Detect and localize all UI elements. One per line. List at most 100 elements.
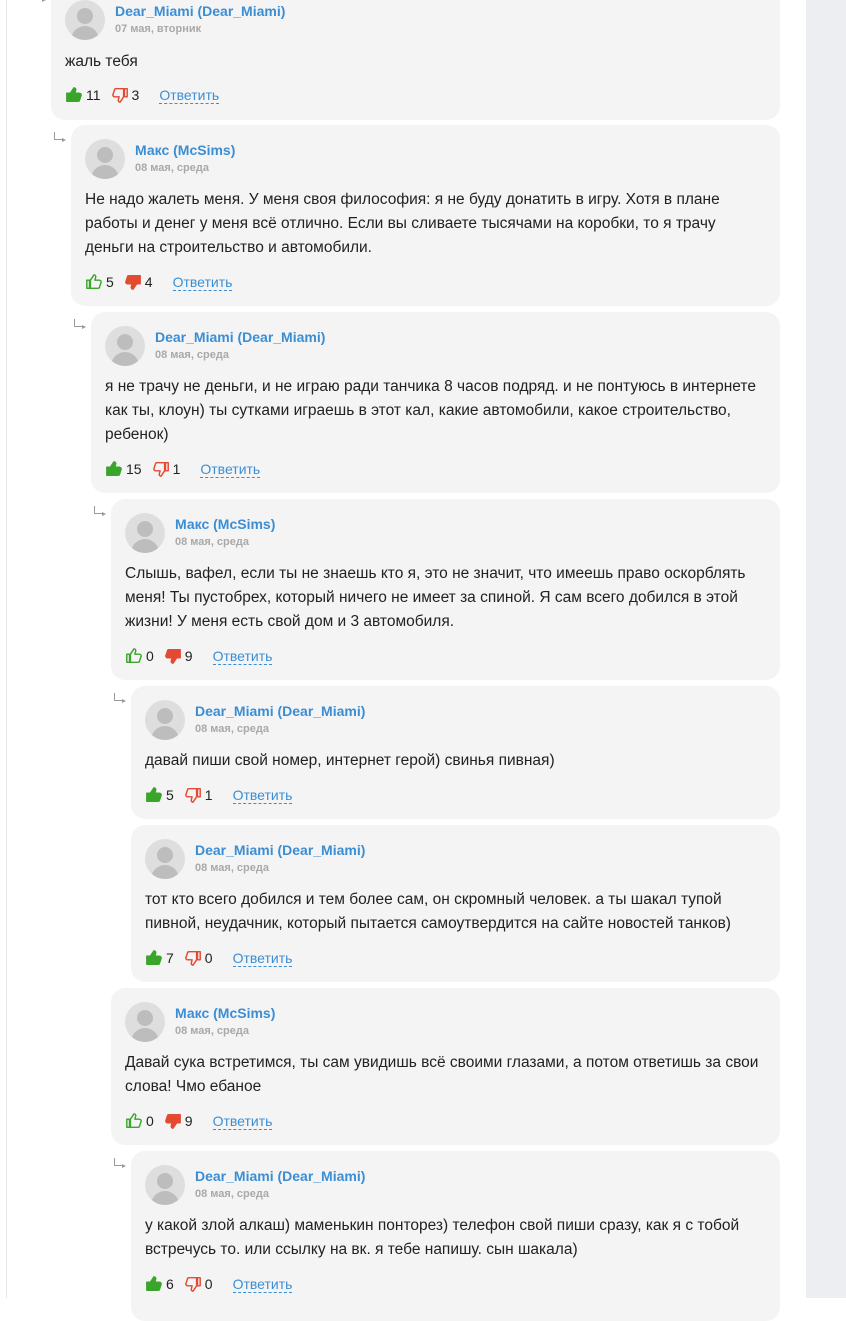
reply-button[interactable]: Ответить <box>200 461 261 478</box>
reply-button[interactable]: Ответить <box>159 87 220 104</box>
dislike-button[interactable]: 0 <box>184 949 213 967</box>
like-count: 7 <box>166 950 174 966</box>
like-count: 0 <box>146 1113 154 1129</box>
comment-actions: 6 0 Ответить <box>145 1273 293 1295</box>
comment-author[interactable]: Dear_Miami (Dear_Miami) <box>115 3 285 19</box>
dislike-button[interactable]: 9 <box>164 1112 193 1130</box>
comment-actions: 11 3 Ответить <box>65 84 220 106</box>
dislike-button[interactable]: 1 <box>184 786 213 804</box>
comment-actions: 15 1 Ответить <box>105 458 261 480</box>
reply-indent-arrow <box>54 132 66 142</box>
avatar[interactable] <box>125 1002 165 1042</box>
thumbs-up-icon <box>145 949 163 967</box>
comment-date: 08 мая, среда <box>195 723 269 735</box>
reply-indent-arrow <box>74 319 86 329</box>
comment-text: Не надо жалеть меня. У меня своя философ… <box>85 191 720 256</box>
thumbs-down-icon <box>164 647 182 665</box>
dislike-count: 3 <box>131 87 140 103</box>
dislike-count: 4 <box>144 274 153 290</box>
comment-author[interactable]: Макс (McSims) <box>175 1005 275 1021</box>
like-count: 6 <box>166 1276 174 1292</box>
reply-button[interactable]: Ответить <box>232 1276 293 1293</box>
avatar[interactable] <box>125 513 165 553</box>
comment-actions: 5 1 Ответить <box>145 784 293 806</box>
comment: Dear_Miami (Dear_Miami) 08 мая, среда да… <box>131 686 780 819</box>
comment-actions: 5 4 Ответить <box>85 271 233 293</box>
thumbs-up-icon <box>65 86 83 104</box>
comment-date: 07 мая, вторник <box>115 23 202 35</box>
thumbs-up-icon <box>145 1275 163 1293</box>
avatar[interactable] <box>145 1165 185 1205</box>
page-sidebar-background <box>806 0 846 1298</box>
comment-actions: 0 9 Ответить <box>125 645 273 667</box>
reply-button[interactable]: Ответить <box>212 1113 273 1130</box>
like-button[interactable]: 15 <box>105 460 142 478</box>
avatar[interactable] <box>145 839 185 879</box>
comment: Макс (McSims) 08 мая, среда Не надо жале… <box>71 125 780 306</box>
thumbs-up-icon <box>125 1112 143 1130</box>
comment-author[interactable]: Макс (McSims) <box>175 516 275 532</box>
reply-button[interactable]: Ответить <box>232 950 293 967</box>
thumbs-down-icon <box>184 949 202 967</box>
comment-author[interactable]: Макс (McSims) <box>135 142 235 158</box>
like-button[interactable]: 5 <box>85 273 114 291</box>
reply-button[interactable]: Ответить <box>232 787 293 804</box>
thumbs-up-icon <box>105 460 123 478</box>
dislike-count: 1 <box>204 787 213 803</box>
reply-indent-arrow <box>114 693 126 703</box>
like-button[interactable]: 7 <box>145 949 174 967</box>
comment: Dear_Miami (Dear_Miami) 08 мая, среда я … <box>91 312 780 493</box>
like-count: 5 <box>106 274 114 290</box>
comment-text: тот кто всего добился и тем более сам, о… <box>145 891 731 932</box>
comment: Макс (McSims) 08 мая, среда Давай сука в… <box>111 988 780 1145</box>
comment: Dear_Miami (Dear_Miami) 07 мая, вторник … <box>51 0 780 120</box>
comment: Макс (McSims) 08 мая, среда Слышь, вафел… <box>111 499 780 680</box>
dislike-button[interactable]: 4 <box>124 273 153 291</box>
dislike-count: 9 <box>184 648 193 664</box>
like-count: 0 <box>146 648 154 664</box>
dislike-count: 0 <box>204 950 213 966</box>
dislike-button[interactable]: 0 <box>184 1275 213 1293</box>
dislike-button[interactable]: 9 <box>164 647 193 665</box>
like-count: 5 <box>166 787 174 803</box>
comment-text: Слышь, вафел, если ты не знаешь кто я, э… <box>125 565 746 630</box>
like-button[interactable]: 0 <box>125 647 154 665</box>
thumbs-up-icon <box>145 786 163 804</box>
avatar[interactable] <box>85 139 125 179</box>
thumbs-down-icon <box>184 786 202 804</box>
avatar[interactable] <box>105 326 145 366</box>
reply-button[interactable]: Ответить <box>172 274 233 291</box>
dislike-count: 9 <box>184 1113 193 1129</box>
comment-author[interactable]: Dear_Miami (Dear_Miami) <box>195 1168 365 1184</box>
thumbs-down-icon <box>164 1112 182 1130</box>
comment: Dear_Miami (Dear_Miami) 08 мая, среда у … <box>131 1151 780 1321</box>
like-button[interactable]: 0 <box>125 1112 154 1130</box>
comment-date: 08 мая, среда <box>175 1025 249 1037</box>
thumbs-down-icon <box>152 460 170 478</box>
like-button[interactable]: 11 <box>65 86 101 104</box>
reply-button[interactable]: Ответить <box>212 648 273 665</box>
comment-actions: 7 0 Ответить <box>145 947 293 969</box>
dislike-button[interactable]: 3 <box>111 86 140 104</box>
dislike-count: 0 <box>204 1276 213 1292</box>
comment-text: я не трачу не деньги, и не играю ради та… <box>105 378 756 443</box>
dislike-button[interactable]: 1 <box>152 460 181 478</box>
comment-text: жаль тебя <box>65 53 138 70</box>
comment-text: Давай сука встретимся, ты сам увидишь вс… <box>125 1054 759 1095</box>
reply-indent-arrow <box>94 506 106 516</box>
like-button[interactable]: 6 <box>145 1275 174 1293</box>
thumbs-down-icon <box>124 273 142 291</box>
comment-author[interactable]: Dear_Miami (Dear_Miami) <box>195 703 365 719</box>
comment-text: у какой злой алкаш) маменькин понторез) … <box>145 1217 740 1258</box>
avatar[interactable] <box>145 700 185 740</box>
comment-author[interactable]: Dear_Miami (Dear_Miami) <box>155 329 325 345</box>
comment: Dear_Miami (Dear_Miami) 08 мая, среда то… <box>131 825 780 982</box>
dislike-count: 1 <box>172 461 181 477</box>
comment-thread: Dear_Miami (Dear_Miami) 07 мая, вторник … <box>0 0 806 1321</box>
like-count: 15 <box>126 461 142 477</box>
avatar[interactable] <box>65 0 105 40</box>
comment-author[interactable]: Dear_Miami (Dear_Miami) <box>195 842 365 858</box>
thumbs-up-icon <box>85 273 103 291</box>
like-button[interactable]: 5 <box>145 786 174 804</box>
thumbs-up-icon <box>125 647 143 665</box>
